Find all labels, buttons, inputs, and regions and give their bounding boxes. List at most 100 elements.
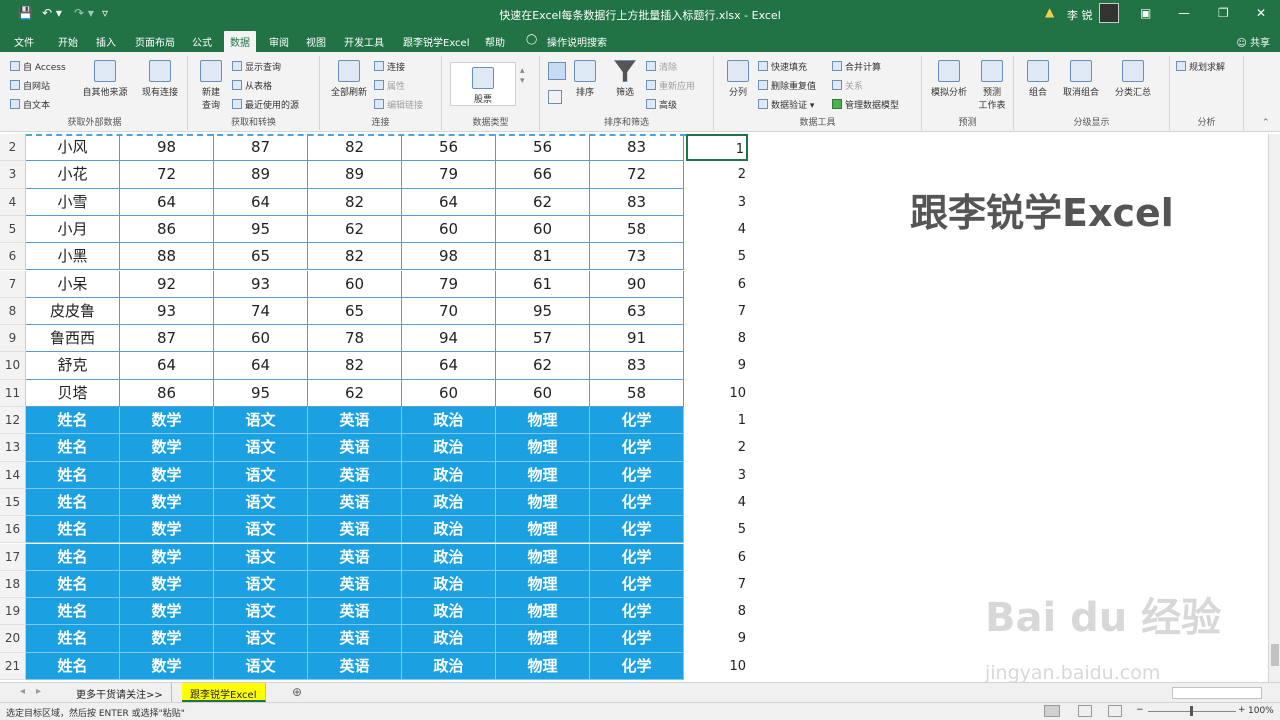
header-cell[interactable]: 数学	[120, 488, 214, 517]
minimize-icon[interactable]: —	[1178, 6, 1190, 20]
helper-number-cell[interactable]: 3	[686, 189, 748, 216]
from-access-button[interactable]: 自 Access	[10, 60, 66, 73]
row-header[interactable]: 6	[0, 243, 26, 271]
header-cell[interactable]: 数学	[120, 598, 214, 626]
header-cell[interactable]: 语文	[214, 461, 308, 489]
data-type-scroll-icon[interactable]: ▴ ▾	[520, 66, 525, 86]
row-header[interactable]: 13	[0, 434, 26, 462]
header-cell[interactable]: 物理	[496, 625, 590, 653]
helper-number-cell[interactable]: 7	[686, 571, 748, 598]
header-cell[interactable]: 数学	[120, 652, 214, 680]
score-cell[interactable]: 93	[120, 297, 214, 326]
header-cell[interactable]: 英语	[308, 543, 402, 571]
header-cell[interactable]: 姓名	[26, 434, 120, 462]
header-cell[interactable]: 姓名	[26, 598, 120, 626]
from-table-button[interactable]: 从表格	[232, 79, 272, 92]
header-cell[interactable]: 语文	[214, 434, 308, 462]
header-cell[interactable]: 化学	[590, 625, 684, 653]
score-cell[interactable]: 78	[308, 325, 402, 353]
score-cell[interactable]: 91	[590, 325, 684, 353]
score-cell[interactable]: 86	[120, 215, 214, 244]
row-header[interactable]: 7	[0, 270, 26, 298]
header-cell[interactable]: 政治	[402, 598, 496, 626]
zoom-in-icon[interactable]: +	[1238, 705, 1246, 715]
normal-view-icon[interactable]	[1044, 705, 1060, 717]
header-cell[interactable]: 姓名	[26, 516, 120, 544]
score-cell[interactable]: 64	[402, 188, 496, 216]
prev-sheet-icon[interactable]: ◂	[20, 686, 25, 697]
name-cell[interactable]: 贝塔	[26, 379, 120, 407]
score-cell[interactable]: 93	[214, 270, 308, 298]
header-cell[interactable]: 英语	[308, 625, 402, 653]
edit-links-button[interactable]: 编辑链接	[374, 98, 423, 111]
helper-number-cell[interactable]: 6	[686, 544, 748, 571]
score-cell[interactable]: 79	[402, 270, 496, 298]
next-sheet-icon[interactable]: ▸	[36, 686, 41, 697]
helper-number-cell[interactable]: 8	[686, 325, 748, 352]
header-cell[interactable]: 政治	[402, 488, 496, 517]
score-cell[interactable]: 58	[590, 379, 684, 407]
helper-number-cell[interactable]: 6	[686, 271, 748, 298]
sort-button[interactable]: 排序	[570, 60, 600, 98]
tab-custom[interactable]: 跟李锐学Excel	[403, 34, 470, 49]
header-cell[interactable]: 化学	[590, 598, 684, 626]
score-cell[interactable]: 87	[120, 325, 214, 353]
score-cell[interactable]: 98	[402, 243, 496, 271]
score-cell[interactable]: 95	[214, 379, 308, 407]
stocks-button[interactable]: 股票	[450, 62, 516, 106]
score-cell[interactable]: 83	[590, 352, 684, 380]
helper-number-cell[interactable]: 2	[686, 161, 748, 188]
row-header[interactable]: 9	[0, 325, 26, 353]
header-cell[interactable]: 物理	[496, 598, 590, 626]
row-header[interactable]: 16	[0, 516, 26, 544]
vertical-scrollbar[interactable]	[1268, 134, 1280, 682]
score-cell[interactable]: 64	[120, 188, 214, 216]
name-cell[interactable]: 小黑	[26, 243, 120, 271]
header-cell[interactable]: 语文	[214, 488, 308, 517]
name-cell[interactable]: 小风	[26, 134, 120, 162]
score-cell[interactable]: 81	[496, 243, 590, 271]
remove-duplicates-button[interactable]: 删除重复值	[758, 79, 816, 92]
header-cell[interactable]: 语文	[214, 407, 308, 435]
score-cell[interactable]: 89	[214, 161, 308, 189]
from-text-button[interactable]: 自文本	[10, 98, 50, 111]
row-header[interactable]: 11	[0, 379, 26, 407]
score-cell[interactable]: 70	[402, 297, 496, 326]
score-cell[interactable]: 72	[120, 161, 214, 189]
helper-number-cell[interactable]: 2	[686, 434, 748, 461]
score-cell[interactable]: 95	[214, 215, 308, 244]
score-cell[interactable]: 60	[308, 270, 402, 298]
header-cell[interactable]: 化学	[590, 516, 684, 544]
score-cell[interactable]: 83	[590, 188, 684, 216]
header-cell[interactable]: 物理	[496, 407, 590, 435]
score-cell[interactable]: 60	[402, 379, 496, 407]
header-cell[interactable]: 姓名	[26, 570, 120, 599]
score-cell[interactable]: 62	[496, 188, 590, 216]
score-cell[interactable]: 66	[496, 161, 590, 189]
name-cell[interactable]: 鲁西西	[26, 325, 120, 353]
helper-number-cell[interactable]: 1	[686, 134, 748, 162]
header-cell[interactable]: 化学	[590, 434, 684, 462]
header-cell[interactable]: 英语	[308, 407, 402, 435]
warning-icon[interactable]: ▲	[1045, 5, 1054, 19]
score-cell[interactable]: 62	[308, 215, 402, 244]
header-cell[interactable]: 语文	[214, 543, 308, 571]
helper-number-cell[interactable]: 10	[686, 380, 748, 407]
header-cell[interactable]: 英语	[308, 434, 402, 462]
row-header[interactable]: 12	[0, 407, 26, 435]
header-cell[interactable]: 语文	[214, 570, 308, 599]
forecast-sheet-button[interactable]: 预测 工作表	[974, 60, 1010, 111]
helper-number-cell[interactable]: 8	[686, 598, 748, 625]
header-cell[interactable]: 英语	[308, 598, 402, 626]
show-queries-button[interactable]: 显示查询	[232, 60, 281, 73]
score-cell[interactable]: 56	[402, 134, 496, 162]
header-cell[interactable]: 政治	[402, 434, 496, 462]
header-cell[interactable]: 政治	[402, 407, 496, 435]
consolidate-button[interactable]: 合并计算	[832, 60, 881, 73]
row-header[interactable]: 10	[0, 352, 26, 380]
tab-help[interactable]: 帮助	[485, 34, 505, 49]
relationships-button[interactable]: 关系	[832, 79, 863, 92]
header-cell[interactable]: 姓名	[26, 625, 120, 653]
score-cell[interactable]: 83	[590, 134, 684, 162]
score-cell[interactable]: 98	[120, 134, 214, 162]
